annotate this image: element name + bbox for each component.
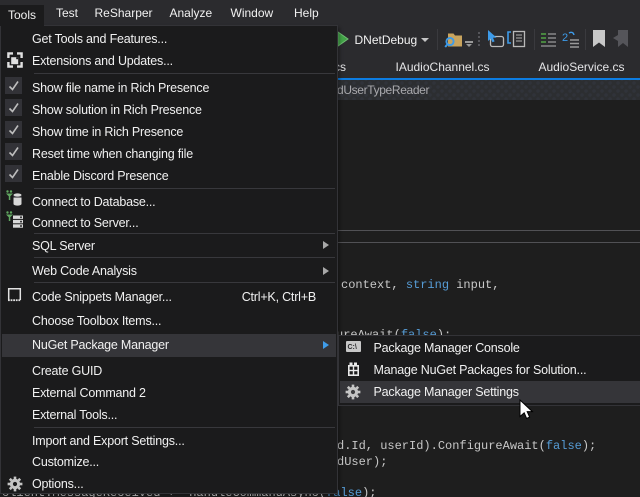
svg-text:C:\: C:\ bbox=[347, 344, 356, 351]
svg-text:2: 2 bbox=[562, 32, 568, 44]
